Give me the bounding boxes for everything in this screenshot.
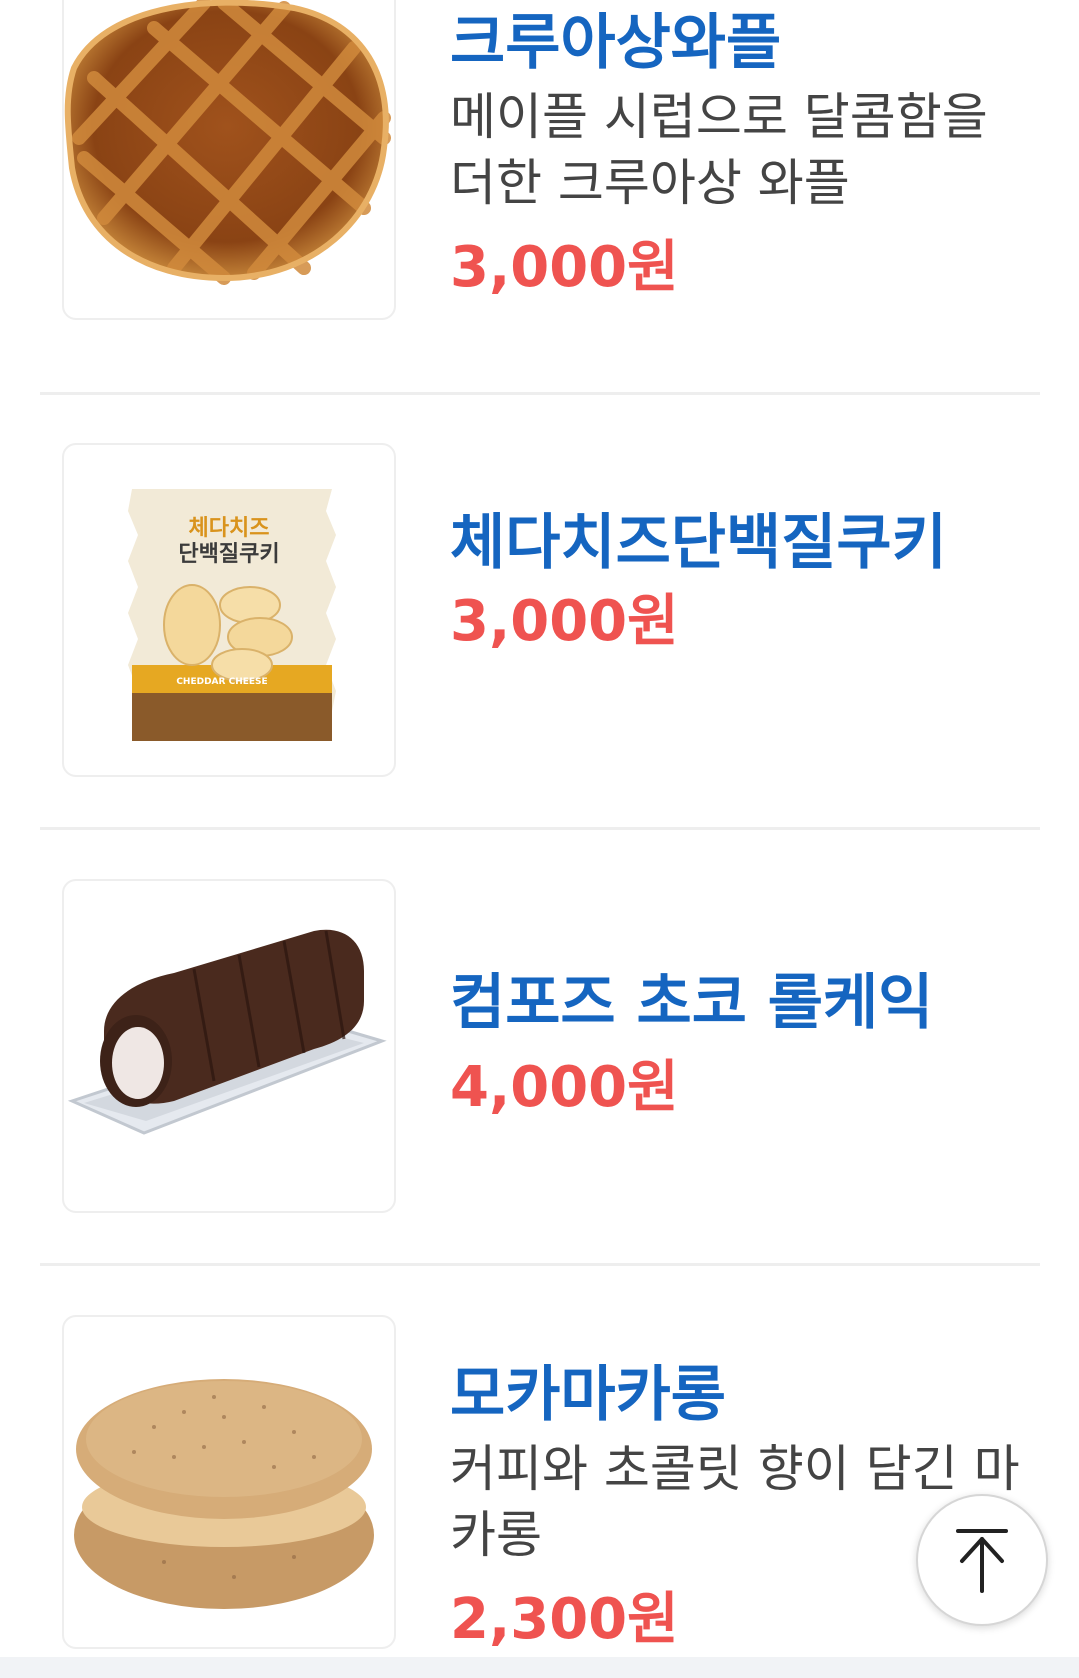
divider [40, 827, 1040, 830]
product-info: 컴포즈 초코 롤케익 4,000원 [450, 962, 1050, 1128]
cookie-package-image: 체다치즈 단백질쿠키 CHEDDAR CHEESE [128, 489, 336, 741]
product-description: 메이플 시럽으로 달콤함을 더한 크루아상 와플 [450, 88, 988, 212]
bottom-edge [0, 1657, 1079, 1678]
product-name[interactable]: 모카마카롱 [450, 1354, 1050, 1436]
package-flavor-label: CHEDDAR CHEESE [176, 677, 267, 687]
product-thumbnail[interactable] [62, 879, 396, 1213]
divider [40, 392, 1040, 395]
macaron-image [74, 1379, 374, 1609]
product-thumbnail[interactable] [62, 0, 396, 320]
product-price: 4,000원 [450, 1055, 679, 1120]
product-thumbnail[interactable] [62, 1315, 396, 1649]
package-title-line1: 체다치즈 [189, 516, 270, 541]
arrow-up-icon [956, 1529, 1008, 1593]
package-title-line2: 단백질쿠키 [178, 542, 279, 567]
product-price: 3,000원 [450, 235, 679, 300]
product-info: 크루아상와플 메이플 시럽으로 달콤함을 더한 크루아상 와플 3,000원 [450, 2, 1050, 308]
waffle-image [64, 0, 391, 285]
scroll-to-top-button[interactable] [916, 1494, 1048, 1626]
product-name[interactable]: 컴포즈 초코 롤케익 [450, 962, 1050, 1044]
product-name[interactable]: 크루아상와플 [450, 2, 1050, 84]
roll-cake-image [67, 929, 387, 1135]
product-name[interactable]: 체다치즈단백질쿠키 [450, 502, 970, 584]
product-thumbnail[interactable]: 체다치즈 단백질쿠키 CHEDDAR CHEESE [62, 443, 396, 777]
product-info: 체다치즈단백질쿠키 3,000원 [450, 502, 1050, 662]
product-price: 3,000원 [450, 589, 679, 654]
divider [40, 1263, 1040, 1266]
